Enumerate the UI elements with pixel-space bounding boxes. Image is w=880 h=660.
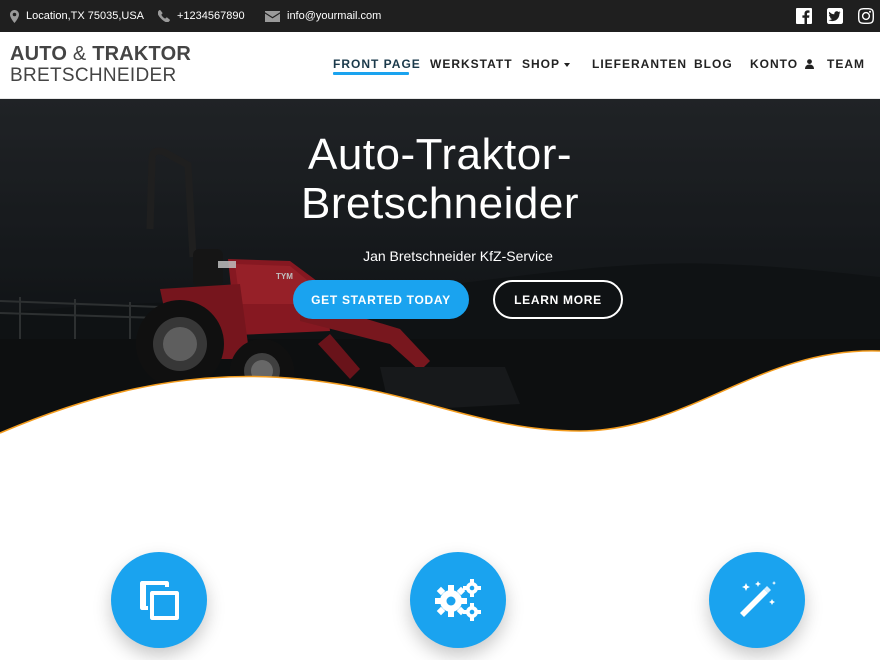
nav-konto[interactable]: KONTO — [750, 57, 815, 71]
twitter-icon — [827, 8, 843, 24]
envelope-icon — [265, 10, 280, 22]
copy-icon — [140, 581, 179, 620]
phone-info[interactable]: +1234567890 — [158, 0, 245, 32]
phone-icon — [158, 10, 170, 22]
instagram-icon — [858, 8, 874, 24]
email-info[interactable]: info@yourmail.com — [265, 0, 381, 32]
active-nav-indicator — [333, 72, 409, 75]
location-text: Location,TX 75035,USA — [26, 10, 145, 22]
nav-werkstatt[interactable]: WERKSTATT — [430, 57, 513, 71]
phone-text: +1234567890 — [177, 10, 245, 22]
nav-konto-label: KONTO — [750, 57, 799, 71]
facebook-icon — [796, 8, 812, 24]
nav-front-page[interactable]: FRONT PAGE — [333, 57, 421, 71]
site-logo[interactable]: AUTO & TRAKTOR BRETSCHNEIDER — [10, 44, 191, 85]
caret-down-icon — [564, 62, 571, 67]
instagram-link[interactable] — [858, 8, 874, 24]
logo-line1: AUTO & TRAKTOR — [10, 43, 191, 65]
feature-copy[interactable] — [111, 552, 207, 648]
magic-wand-icon — [740, 581, 776, 617]
nav-blog[interactable]: BLOG — [694, 57, 733, 71]
user-icon — [805, 59, 815, 69]
nav-shop-label: SHOP — [522, 57, 561, 71]
gears-icon — [435, 579, 481, 621]
nav-shop[interactable]: SHOP — [522, 57, 571, 71]
feature-gears[interactable] — [410, 552, 506, 648]
hero-wave-divider — [0, 350, 880, 444]
feature-magic[interactable] — [709, 552, 805, 648]
logo-line2: BRETSCHNEIDER — [10, 65, 177, 86]
nav-lieferanten[interactable]: LIEFERANTEN — [592, 57, 687, 71]
location-info: Location,TX 75035,USA — [10, 0, 144, 32]
email-text: info@yourmail.com — [287, 10, 382, 22]
top-bar: Location,TX 75035,USA +1234567890 info@y… — [0, 0, 880, 32]
map-marker-icon — [10, 9, 19, 23]
nav-team[interactable]: TEAM — [827, 57, 865, 71]
twitter-link[interactable] — [827, 8, 843, 24]
hero-banner: TYM Auto-Traktor- Bretschneider Jan Bret… — [0, 99, 880, 444]
facebook-link[interactable] — [796, 8, 812, 24]
